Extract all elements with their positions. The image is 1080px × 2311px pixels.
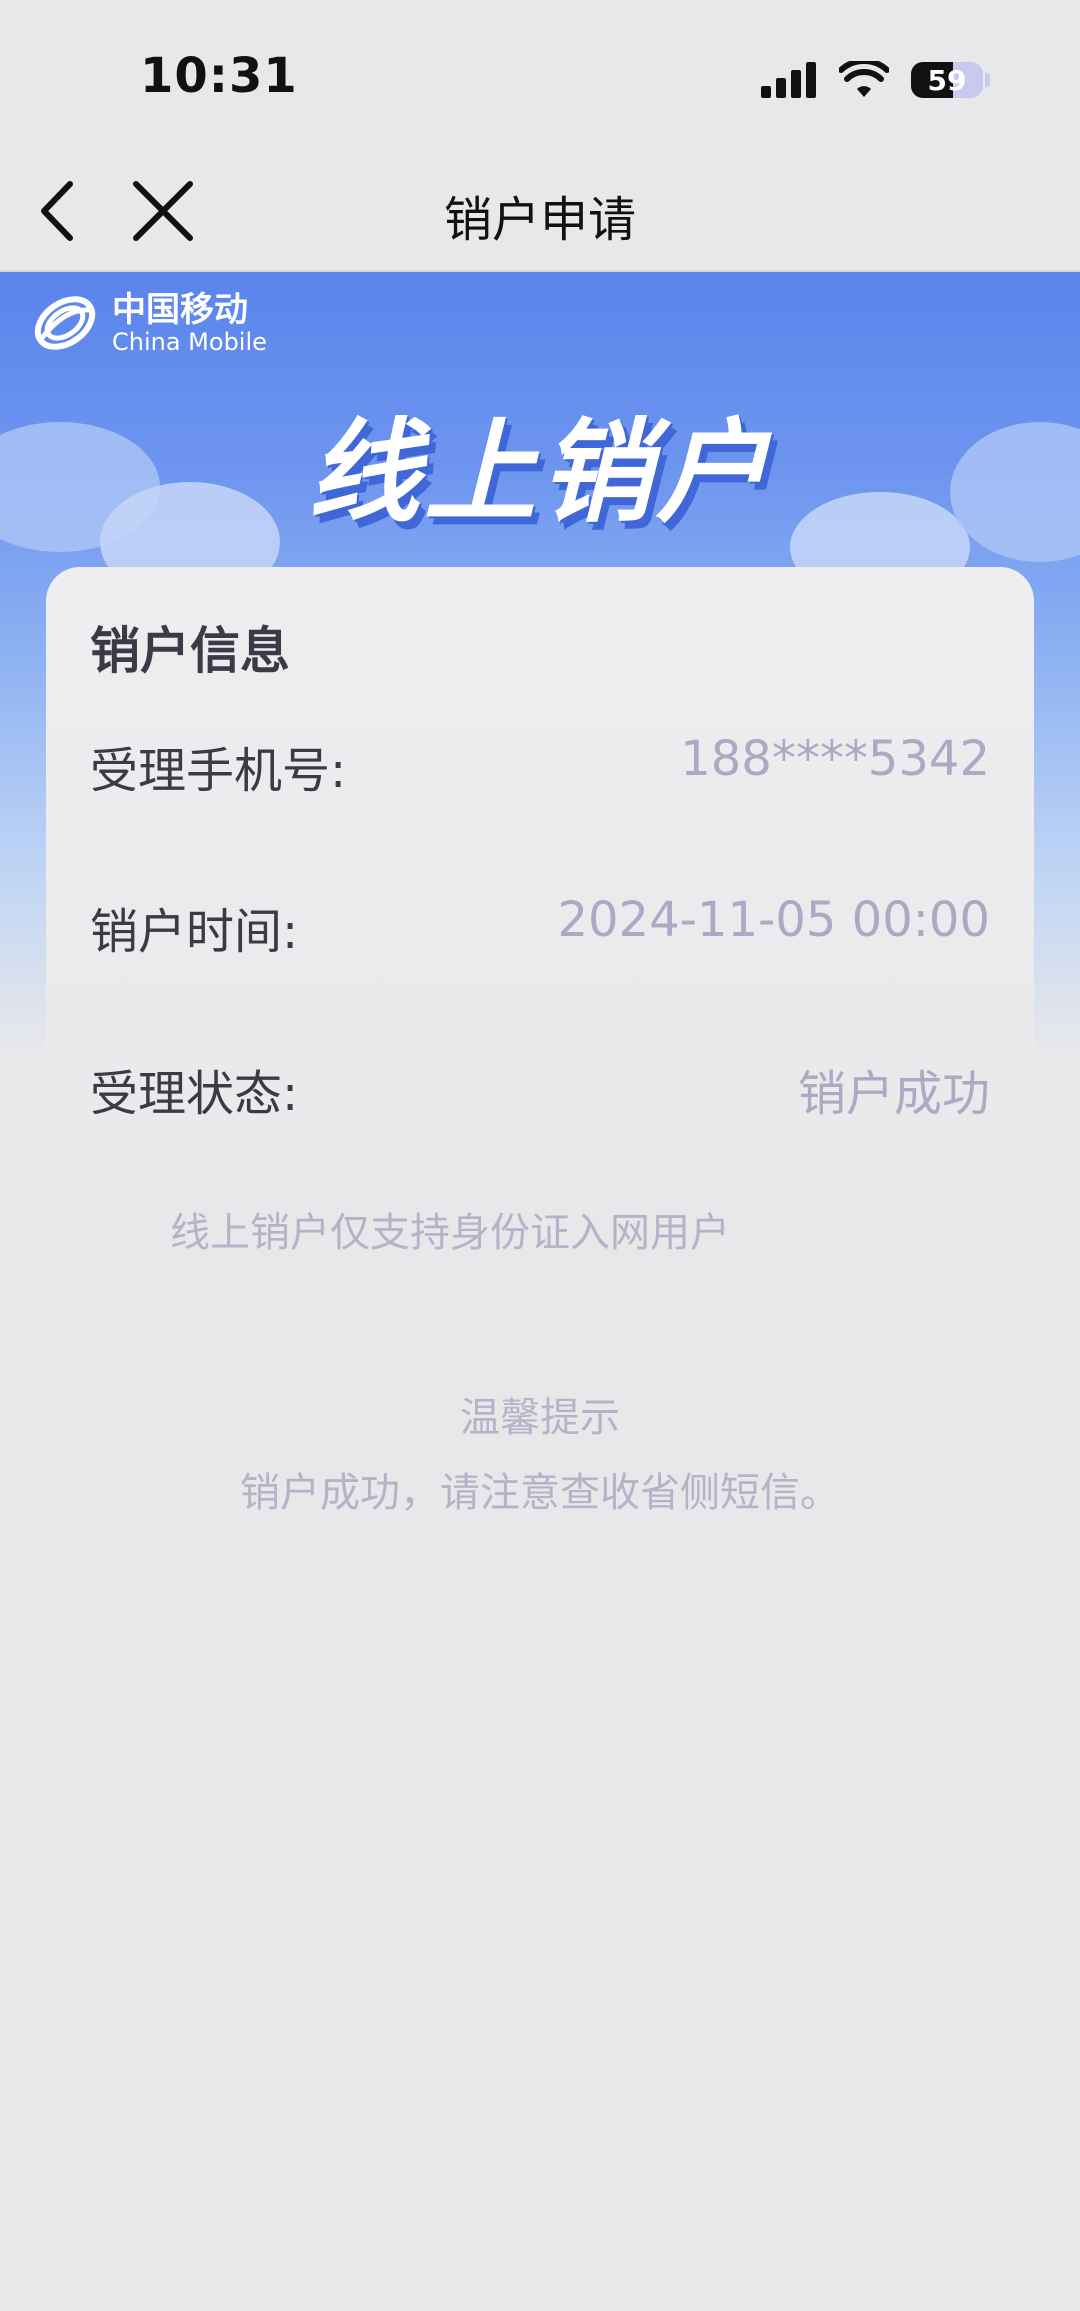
- cellular-signal-icon: [761, 62, 816, 98]
- wifi-icon: [839, 61, 889, 97]
- time-row: 销户时间: 2024-11-05 00:00: [90, 892, 990, 962]
- battery-icon: 59: [911, 62, 983, 98]
- banner-title: 线上销户: [308, 408, 772, 538]
- logo-text-cn: 中国移动: [112, 290, 248, 330]
- nav-bar: 销户申请: [0, 150, 1080, 272]
- account-info-card: 销户信息 受理手机号: 188****5342 销户时间: 2024-11-05…: [46, 567, 1034, 1167]
- status-icons: 59: [761, 56, 990, 104]
- phone-value: 188****5342: [680, 731, 990, 787]
- status-bar: 10:31 59: [0, 0, 1080, 150]
- time-value: 2024-11-05 00:00: [557, 892, 990, 948]
- status-row: 受理状态: 销户成功: [90, 1054, 990, 1124]
- card-title: 销户信息: [90, 622, 290, 680]
- tip-text: 销户成功，请注意查收省侧短信。: [240, 1470, 840, 1516]
- china-mobile-logo-icon: [34, 296, 96, 350]
- logo-text-en: China Mobile: [112, 328, 267, 356]
- tip-title: 温馨提示: [460, 1395, 620, 1441]
- battery-level: 59: [927, 63, 967, 97]
- status-value: 销户成功: [797, 1066, 990, 1122]
- time-label: 销户时间:: [90, 904, 299, 960]
- china-mobile-logo: 中国移动 China Mobile: [30, 288, 267, 358]
- notice-text: 线上销户仅支持身份证入网用户: [170, 1210, 730, 1256]
- page-title: 销户申请: [443, 192, 636, 248]
- phone-label: 受理手机号:: [90, 743, 347, 799]
- status-time: 10:31: [140, 48, 298, 104]
- status-label: 受理状态:: [90, 1066, 299, 1122]
- phone-row: 受理手机号: 188****5342: [90, 731, 990, 801]
